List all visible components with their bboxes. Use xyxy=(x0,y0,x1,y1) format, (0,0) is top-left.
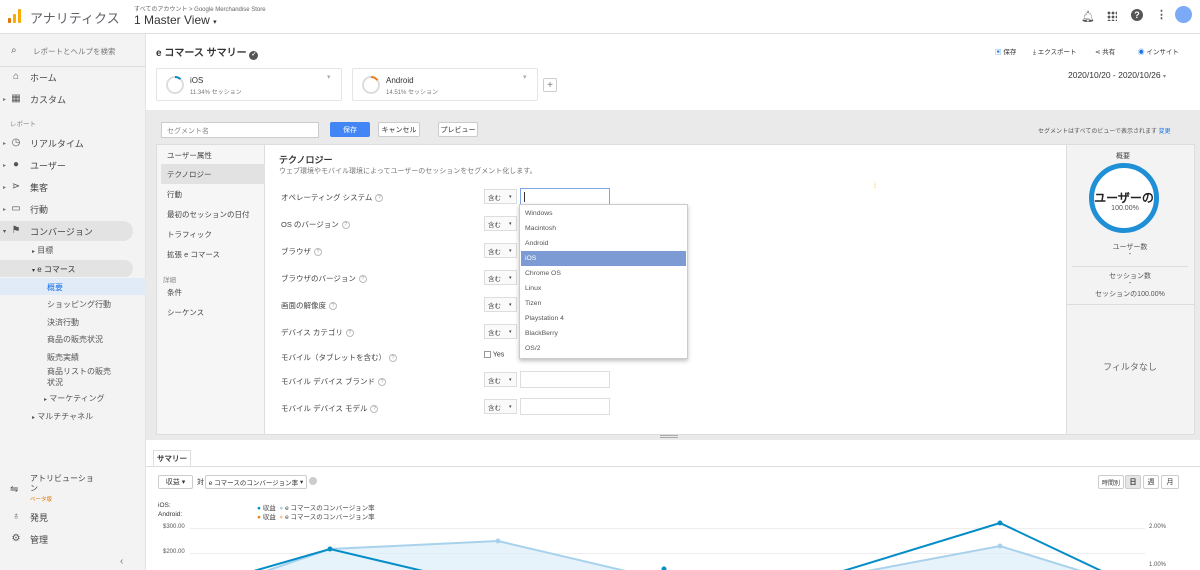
data-point xyxy=(327,546,333,552)
conversion-area xyxy=(269,541,1078,570)
line-chart xyxy=(253,520,1102,570)
data-point xyxy=(997,520,1003,526)
data-point xyxy=(997,543,1003,549)
data-point xyxy=(495,538,501,544)
data-point xyxy=(661,566,667,570)
